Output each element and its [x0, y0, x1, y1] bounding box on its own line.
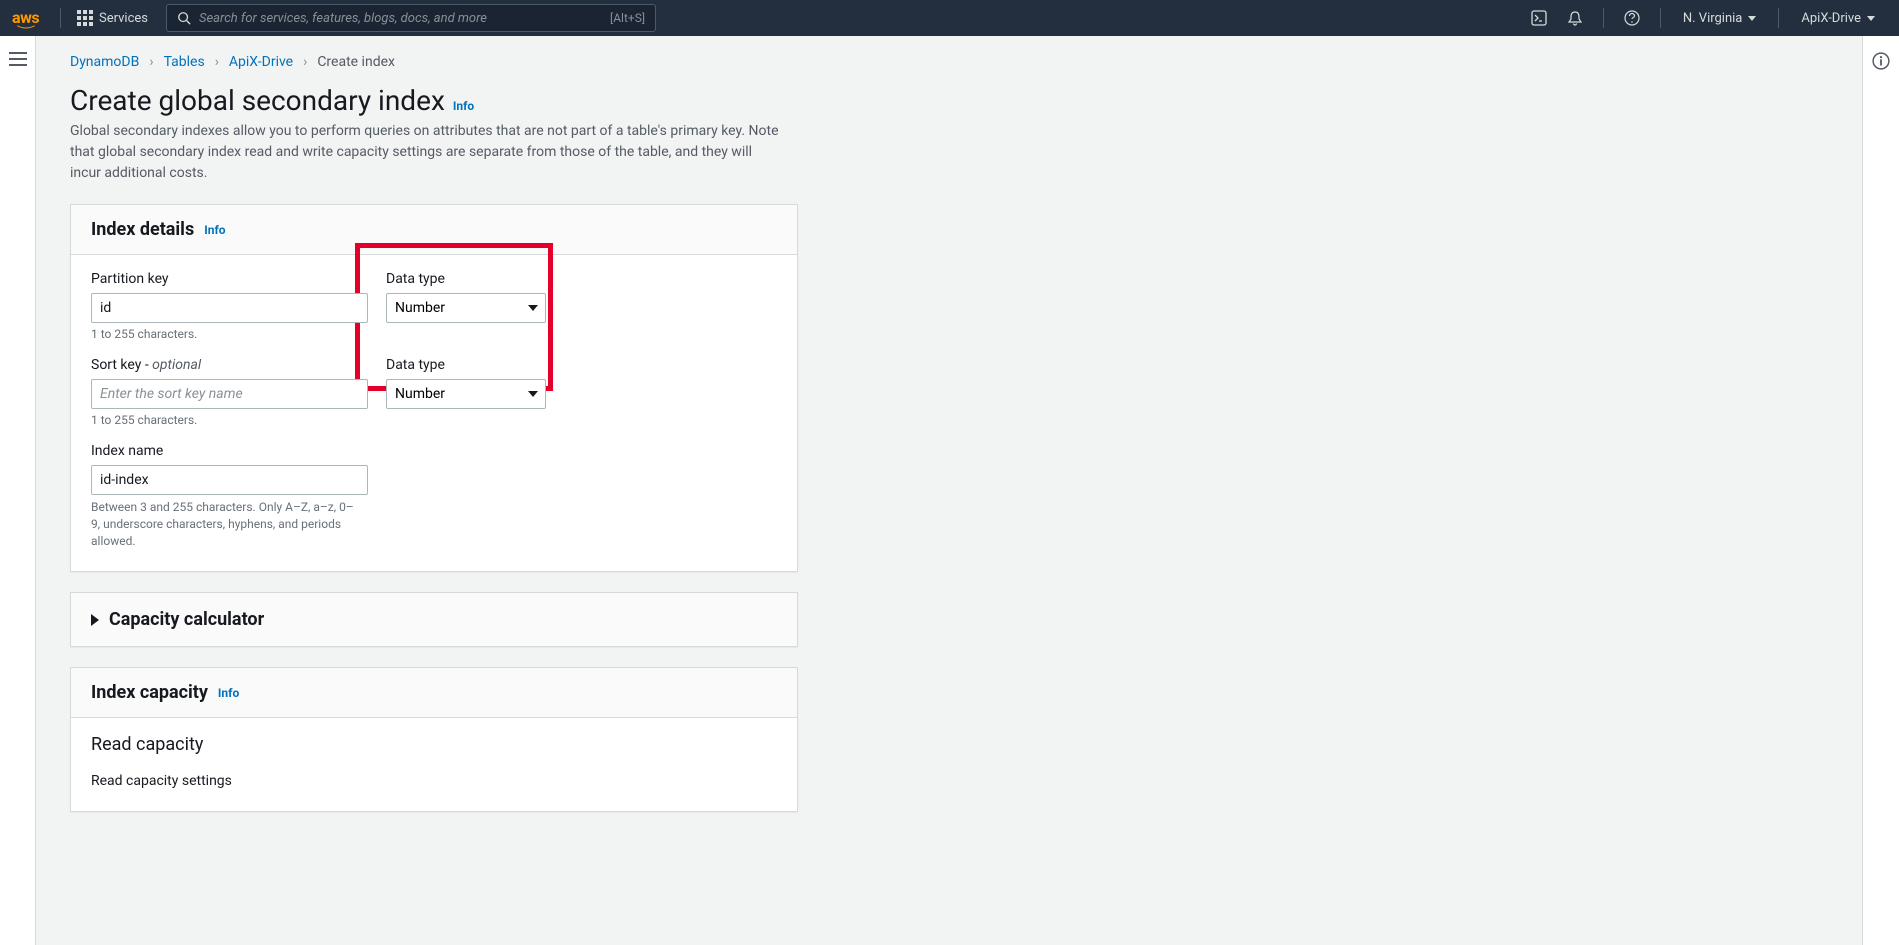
index-name-label: Index name	[91, 443, 777, 459]
region-label: N. Virginia	[1683, 11, 1743, 26]
index-details-panel: Index details Info Partition key 1 to 25…	[70, 204, 798, 572]
nav-divider	[1778, 8, 1779, 28]
grid-icon	[77, 10, 93, 26]
caret-down-icon	[1748, 16, 1756, 21]
services-button[interactable]: Services	[71, 10, 154, 26]
info-link[interactable]: Info	[453, 99, 474, 113]
aws-logo-text: aws	[12, 8, 40, 27]
main-content: DynamoDB › Tables › ApiX-Drive › Create …	[36, 36, 1863, 945]
sort-key-type-select[interactable]: Number	[386, 379, 546, 409]
read-capacity-settings-label: Read capacity settings	[91, 773, 777, 789]
breadcrumb: DynamoDB › Tables › ApiX-Drive › Create …	[70, 54, 1496, 70]
bell-icon	[1567, 10, 1583, 26]
caret-right-icon	[91, 614, 99, 626]
sort-key-hint: 1 to 255 characters.	[91, 413, 386, 427]
cloudshell-button[interactable]	[1521, 0, 1557, 36]
read-capacity-title: Read capacity	[91, 734, 777, 755]
panel-title: Index details	[91, 219, 194, 240]
chevron-right-icon: ›	[215, 54, 219, 70]
notifications-button[interactable]	[1557, 0, 1593, 36]
caret-down-icon	[1867, 16, 1875, 21]
search-input[interactable]	[199, 11, 610, 26]
nav-divider	[60, 8, 61, 28]
info-link[interactable]: Info	[218, 686, 239, 700]
chevron-right-icon: ›	[149, 54, 153, 70]
topnav: aws Services [Alt+S] N. Virginia ApiX-Dr…	[0, 0, 1899, 36]
info-icon	[1872, 52, 1890, 70]
partition-key-type-label: Data type	[386, 271, 546, 287]
help-icon	[1624, 10, 1640, 26]
info-link[interactable]: Info	[204, 223, 225, 237]
account-label: ApiX-Drive	[1801, 11, 1861, 26]
account-selector[interactable]: ApiX-Drive	[1789, 0, 1887, 36]
partition-key-label: Partition key	[91, 271, 386, 287]
index-capacity-panel: Index capacity Info Read capacity Read c…	[70, 667, 798, 812]
search-icon	[177, 11, 191, 25]
sidebar-toggle[interactable]	[9, 52, 27, 66]
region-selector[interactable]: N. Virginia	[1671, 0, 1769, 36]
capacity-calculator-panel: Capacity calculator	[70, 592, 798, 647]
nav-right: N. Virginia ApiX-Drive	[1521, 0, 1887, 36]
chevron-right-icon: ›	[303, 54, 307, 70]
partition-key-hint: 1 to 255 characters.	[91, 327, 386, 341]
sort-key-input[interactable]	[91, 379, 368, 409]
breadcrumb-link[interactable]: ApiX-Drive	[229, 54, 293, 70]
sidebar-rail	[0, 36, 36, 945]
partition-key-input[interactable]	[91, 293, 368, 323]
index-name-input[interactable]	[91, 465, 368, 495]
index-name-hint: Between 3 and 255 characters. Only A–Z, …	[91, 499, 361, 549]
page-title: Create global secondary index	[70, 84, 445, 117]
partition-key-type-select[interactable]: Number	[386, 293, 546, 323]
panel-title: Index capacity	[91, 682, 208, 703]
capacity-calculator-title: Capacity calculator	[109, 609, 264, 630]
cloudshell-icon	[1531, 10, 1547, 26]
nav-divider	[1660, 8, 1661, 28]
aws-logo[interactable]: aws	[12, 8, 40, 29]
services-label: Services	[99, 11, 148, 26]
info-panel-toggle[interactable]	[1872, 52, 1890, 70]
breadcrumb-link[interactable]: Tables	[164, 54, 205, 70]
capacity-calculator-toggle[interactable]: Capacity calculator	[71, 593, 797, 646]
breadcrumb-link[interactable]: DynamoDB	[70, 54, 139, 70]
search-box[interactable]: [Alt+S]	[166, 4, 656, 32]
breadcrumb-current: Create index	[317, 54, 395, 70]
info-rail	[1863, 36, 1899, 945]
nav-divider	[1603, 8, 1604, 28]
search-shortcut: [Alt+S]	[610, 11, 645, 25]
sort-key-label: Sort key - optional	[91, 357, 386, 373]
page-description: Global secondary indexes allow you to pe…	[70, 121, 780, 184]
sort-key-type-label: Data type	[386, 357, 546, 373]
help-button[interactable]	[1614, 0, 1650, 36]
